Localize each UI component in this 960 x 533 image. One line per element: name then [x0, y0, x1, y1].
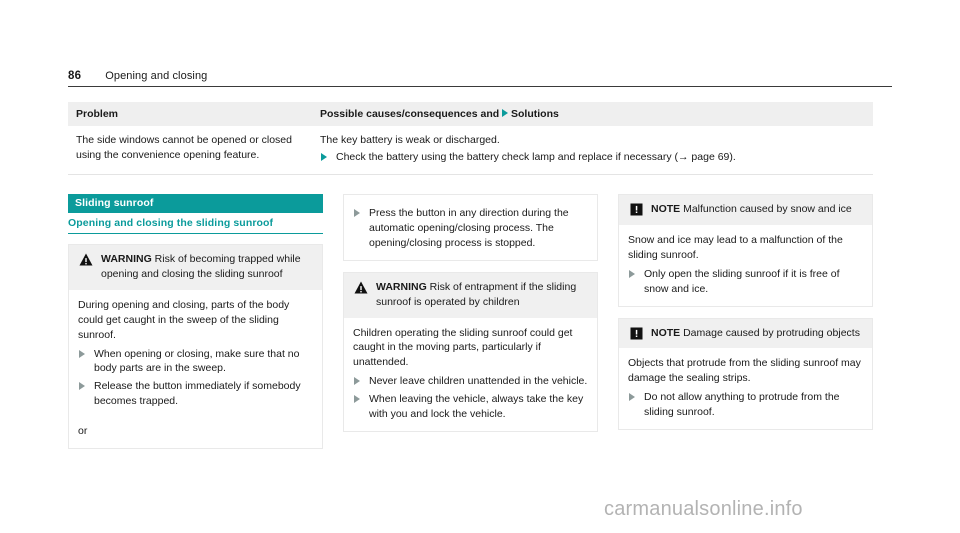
note-box-body: Objects that protrude from the sliding s…: [619, 348, 872, 429]
table-cell-cause-solution: The key battery is weak or discharged. C…: [312, 126, 873, 175]
page-number: 86: [68, 70, 82, 82]
list-item-text: Never leave children unattended in the v…: [369, 375, 588, 388]
instruction-box-body: Press the button in any direction during…: [344, 195, 597, 260]
list-item-text: Release the button immediately if somebo…: [94, 380, 301, 408]
column-middle: Press the button in any direction during…: [343, 194, 598, 460]
warning-triangle-icon: [76, 252, 96, 282]
list-item: Release the button immediately if somebo…: [78, 379, 313, 409]
triangle-right-icon: [502, 109, 509, 118]
note-body-text: Objects that protrude from the sliding s…: [628, 357, 861, 385]
column-right: NOTE Malfunction caused by snow and ice …: [618, 194, 873, 460]
warning-triangle-icon: [351, 280, 371, 310]
table-header-solutions-label: Solutions: [511, 108, 559, 120]
warning-box: WARNING Risk of entrapment if the slidin…: [343, 271, 598, 432]
three-column-body: Sliding sunroof Opening and closing the …: [68, 194, 873, 460]
table-header-row: Problem Possible causes/consequences and…: [68, 102, 873, 126]
table-header-problem: Problem: [76, 108, 119, 120]
triangle-right-icon: [354, 209, 360, 217]
warning-body-text: Children operating the sliding sunroof c…: [353, 326, 573, 369]
warning-box-heading: WARNING Risk of becoming trapped while o…: [96, 252, 313, 282]
list-item: When leaving the vehicle, always take th…: [353, 392, 588, 422]
note-exclamation-icon: [626, 326, 646, 341]
watermark: carmanualsonline.info: [604, 498, 803, 520]
note-heading-text: Damage caused by protruding objects: [683, 326, 860, 339]
list-item-text: Only open the sliding sunroof if it is f…: [644, 267, 840, 295]
solution-line: Check the battery using the battery chec…: [320, 150, 865, 165]
list-item: Do not allow anything to protrude from t…: [628, 390, 863, 420]
note-box-body: Snow and ice may lead to a malfunction o…: [619, 225, 872, 306]
list-item: Only open the sliding sunroof if it is f…: [628, 267, 863, 297]
manual-page: 86 Opening and closing Problem Possible …: [0, 0, 960, 533]
list-item: When opening or closing, make sure that …: [78, 347, 313, 377]
warning-label: WARNING: [101, 253, 152, 265]
note-box-heading: NOTE Damage caused by protruding objects: [646, 326, 860, 341]
troubleshooting-table: Problem Possible causes/consequences and…: [68, 102, 873, 175]
column-left: Sliding sunroof Opening and closing the …: [68, 194, 323, 460]
warning-box: WARNING Risk of becoming trapped while o…: [68, 244, 323, 450]
chapter-title: Opening and closing: [105, 70, 208, 82]
triangle-right-icon: [321, 152, 327, 161]
table-header-solutions: Possible causes/consequences and Solutio…: [312, 102, 873, 126]
section-title: Sliding sunroof: [68, 194, 323, 213]
warning-body-text: During opening and closing, parts of the…: [78, 298, 290, 341]
triangle-right-icon: [629, 393, 635, 402]
triangle-right-icon: [629, 269, 635, 278]
note-box: NOTE Damage caused by protruding objects…: [618, 317, 873, 431]
table-row: The side windows cannot be opened or clo…: [68, 126, 873, 175]
table-cell-problem: The side windows cannot be opened or clo…: [68, 126, 312, 175]
note-box-header: NOTE Malfunction caused by snow and ice: [619, 195, 872, 225]
warning-label: WARNING: [376, 280, 427, 293]
warning-box-body: Children operating the sliding sunroof c…: [344, 318, 597, 431]
warning-box-trailing: or: [78, 425, 88, 438]
triangle-right-icon: [79, 349, 85, 358]
table-header-causes-label: Possible causes/consequences and: [320, 108, 500, 120]
section-subtitle: Opening and closing the sliding sunroof: [68, 213, 323, 234]
note-body-text: Snow and ice may lead to a malfunction o…: [628, 233, 843, 261]
solution-text: Check the battery using the battery chec…: [336, 150, 736, 163]
warning-box-header: WARNING Risk of becoming trapped while o…: [69, 245, 322, 290]
list-item-text: When leaving the vehicle, always take th…: [369, 393, 584, 421]
list-item-text: Do not allow anything to protrude from t…: [644, 391, 840, 419]
running-head: 86 Opening and closing: [68, 70, 892, 87]
list-item: Press the button in any direction during…: [353, 206, 588, 251]
note-label: NOTE: [651, 203, 681, 215]
list-item: Never leave children unattended in the v…: [353, 374, 588, 389]
list-item-text: Press the button in any direction during…: [369, 207, 569, 249]
triangle-right-icon: [354, 377, 360, 386]
note-box: NOTE Malfunction caused by snow and ice …: [618, 194, 873, 307]
warning-box-header: WARNING Risk of entrapment if the slidin…: [344, 272, 597, 318]
note-box-heading: NOTE Malfunction caused by snow and ice: [646, 202, 852, 217]
note-box-header: NOTE Damage caused by protruding objects: [619, 318, 872, 349]
cause-text: The key battery is weak or discharged.: [320, 134, 500, 146]
triangle-right-icon: [354, 395, 360, 404]
instruction-box: Press the button in any direction during…: [343, 194, 598, 261]
list-item-text: When opening or closing, make sure that …: [94, 347, 300, 375]
triangle-right-icon: [79, 382, 85, 391]
note-label: NOTE: [651, 326, 681, 339]
note-heading-text: Malfunction caused by snow and ice: [683, 203, 852, 215]
note-exclamation-icon: [626, 202, 646, 217]
warning-box-body: During opening and closing, parts of the…: [69, 290, 322, 418]
warning-box-heading: WARNING Risk of entrapment if the slidin…: [371, 280, 588, 310]
